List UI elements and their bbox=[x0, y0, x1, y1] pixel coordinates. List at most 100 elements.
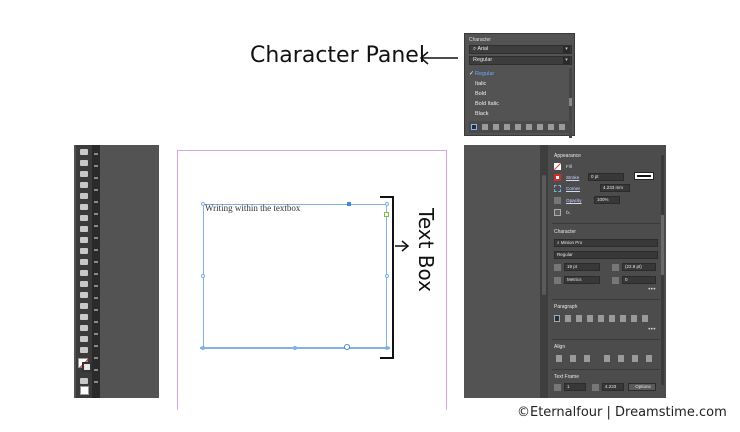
text-frame[interactable] bbox=[203, 204, 387, 348]
line-tool-icon[interactable] bbox=[80, 204, 88, 210]
fill-icon[interactable] bbox=[554, 163, 561, 170]
align-vertical-centers-icon[interactable] bbox=[618, 355, 624, 362]
justify-all-icon[interactable] bbox=[620, 315, 626, 322]
properties-scrollbar[interactable] bbox=[661, 155, 664, 385]
tracking-field[interactable]: 0 bbox=[622, 276, 656, 284]
text-options-bar bbox=[469, 121, 572, 133]
checkmark-icon: ✓ bbox=[469, 71, 475, 77]
style-option-bold-italic[interactable]: Bold Italic bbox=[475, 101, 499, 107]
opacity-label[interactable]: Opacity bbox=[566, 198, 582, 203]
stroke-swatch[interactable] bbox=[82, 362, 92, 372]
font-size-icon bbox=[554, 264, 561, 271]
font-style-value: Regular bbox=[473, 57, 493, 63]
align-left-edges-icon[interactable] bbox=[556, 355, 562, 362]
stroke-label[interactable]: Stroke bbox=[566, 175, 579, 180]
align-horizontal-centers-icon[interactable] bbox=[570, 355, 576, 362]
justify-center-icon[interactable] bbox=[598, 315, 604, 322]
style-option-regular[interactable]: Regular bbox=[475, 71, 494, 77]
frame-center-point[interactable] bbox=[344, 344, 350, 350]
apply-none-swatch[interactable] bbox=[80, 386, 89, 395]
gradient-feather-tool-icon[interactable] bbox=[80, 292, 88, 298]
corner-radius-field[interactable]: 4.233 mm bbox=[600, 184, 630, 192]
justify-center-icon[interactable] bbox=[526, 124, 532, 130]
paragraph-more-options-icon[interactable]: ••• bbox=[648, 327, 656, 333]
pasteboard-right bbox=[464, 145, 548, 398]
eyedropper-tool-icon[interactable] bbox=[80, 314, 88, 320]
align-bottom-edges-icon[interactable] bbox=[632, 355, 638, 362]
style-option-bold[interactable]: Bold bbox=[475, 91, 486, 97]
align-left-icon[interactable] bbox=[554, 315, 560, 322]
justify-left-icon[interactable] bbox=[515, 124, 521, 130]
font-size-field[interactable]: 19 pt bbox=[564, 263, 600, 271]
font-style-dropdown[interactable]: Regular ▾ bbox=[469, 56, 572, 65]
gradient-tool-icon[interactable] bbox=[80, 281, 88, 287]
font-family-value: Minion Pro bbox=[560, 240, 583, 245]
corner-label[interactable]: Corner bbox=[566, 186, 580, 191]
align-away-spine-icon[interactable] bbox=[642, 315, 648, 322]
scissors-tool-icon[interactable] bbox=[80, 259, 88, 265]
direct-selection-tool-icon[interactable] bbox=[80, 160, 88, 166]
justify-all-icon[interactable] bbox=[548, 124, 554, 130]
align-center-icon[interactable] bbox=[493, 124, 499, 130]
font-style-field[interactable]: Regular bbox=[554, 251, 658, 259]
fill-label: Fill bbox=[566, 164, 572, 169]
effects-label[interactable]: fx. bbox=[566, 210, 571, 215]
kerning-field[interactable]: Metrics bbox=[564, 276, 600, 284]
align-top-edges-icon[interactable] bbox=[604, 355, 610, 362]
free-transform-tool-icon[interactable] bbox=[80, 270, 88, 276]
align-right-edges-icon[interactable] bbox=[584, 355, 590, 362]
page-tool-icon[interactable] bbox=[80, 171, 88, 177]
columns-field[interactable]: 1 bbox=[564, 383, 586, 391]
type-tool-icon[interactable] bbox=[80, 193, 88, 199]
stroke-type-dropdown[interactable] bbox=[634, 172, 654, 180]
text-style-icon[interactable] bbox=[471, 124, 477, 130]
pencil-tool-icon[interactable] bbox=[80, 226, 88, 232]
opacity-field[interactable]: 100% bbox=[594, 196, 620, 204]
align-left-icon[interactable] bbox=[482, 124, 488, 130]
justify-right-icon[interactable] bbox=[609, 315, 615, 322]
style-option-italic[interactable]: Italic bbox=[475, 81, 486, 87]
text-box-callout-label: Text Box bbox=[414, 208, 438, 292]
align-toward-spine-icon[interactable] bbox=[631, 315, 637, 322]
column-width-field[interactable]: 4.233 bbox=[602, 383, 624, 391]
swap-colors-icon[interactable] bbox=[80, 347, 88, 353]
justify-left-icon[interactable] bbox=[587, 315, 593, 322]
character-header: Character bbox=[554, 229, 576, 235]
character-panel-callout-label: Character Panel bbox=[250, 43, 425, 68]
zoom-tool-icon[interactable] bbox=[80, 336, 88, 342]
note-tool-icon[interactable] bbox=[80, 303, 88, 309]
align-center-icon[interactable] bbox=[565, 315, 571, 322]
rectangle-tool-icon[interactable] bbox=[80, 248, 88, 254]
chevron-down-icon[interactable]: ▾ bbox=[563, 46, 570, 53]
text-frame-content[interactable]: Writing within the textbox bbox=[205, 203, 300, 213]
text-frame-options-button[interactable]: Options bbox=[628, 383, 656, 391]
text-in-port[interactable] bbox=[347, 202, 351, 206]
align-right-icon[interactable] bbox=[504, 124, 510, 130]
leading-field[interactable]: (22.8 pt) bbox=[622, 263, 656, 271]
rectangle-frame-tool-icon[interactable] bbox=[80, 237, 88, 243]
chevron-down-icon[interactable]: ▾ bbox=[563, 57, 570, 64]
pen-tool-icon[interactable] bbox=[80, 215, 88, 221]
text-box-bracket bbox=[380, 196, 394, 359]
font-family-dropdown[interactable]: ⌕ Arial ▾ bbox=[469, 45, 572, 54]
effects-icon[interactable] bbox=[554, 209, 561, 216]
character-more-options-icon[interactable]: ••• bbox=[648, 287, 656, 293]
panel-collapse-strip[interactable] bbox=[540, 145, 548, 398]
selection-tool-icon[interactable] bbox=[80, 149, 88, 155]
stroke-icon[interactable] bbox=[554, 174, 561, 181]
justify-right-icon[interactable] bbox=[537, 124, 543, 130]
style-option-black[interactable]: Black bbox=[475, 111, 488, 117]
align-spine-icon[interactable] bbox=[559, 124, 565, 130]
formatting-affects-container-icon[interactable] bbox=[80, 378, 88, 384]
corner-icon[interactable] bbox=[554, 185, 561, 192]
align-to-icon[interactable] bbox=[646, 355, 652, 362]
content-collector-icon[interactable] bbox=[80, 182, 88, 188]
align-header: Align bbox=[554, 344, 566, 350]
font-family-value: Arial bbox=[477, 46, 489, 52]
font-family-field[interactable]: ⌕ Minion Pro bbox=[554, 239, 658, 247]
frame-handle-middle-left[interactable] bbox=[201, 274, 205, 278]
stroke-weight-field[interactable]: 0 pt bbox=[588, 173, 624, 181]
hand-tool-icon[interactable] bbox=[80, 325, 88, 331]
frame-handle-top-left[interactable] bbox=[201, 202, 205, 206]
align-right-icon[interactable] bbox=[576, 315, 582, 322]
